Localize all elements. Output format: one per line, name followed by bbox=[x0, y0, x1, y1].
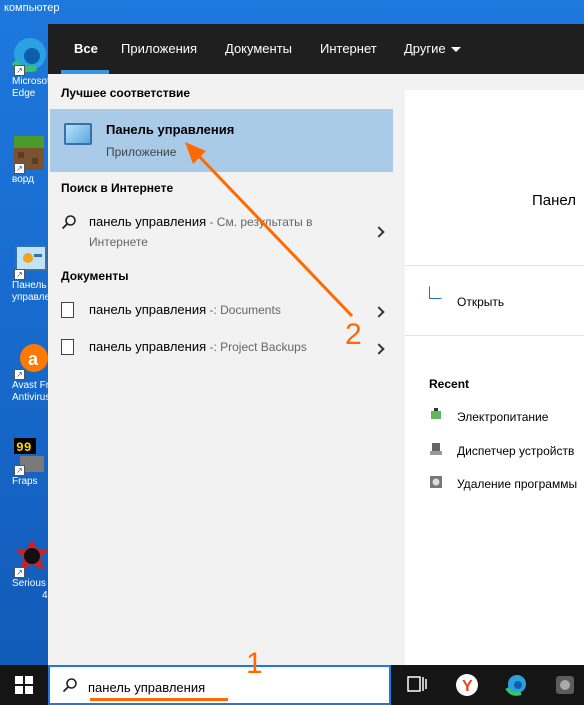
annotation-arrow bbox=[185, 142, 354, 318]
